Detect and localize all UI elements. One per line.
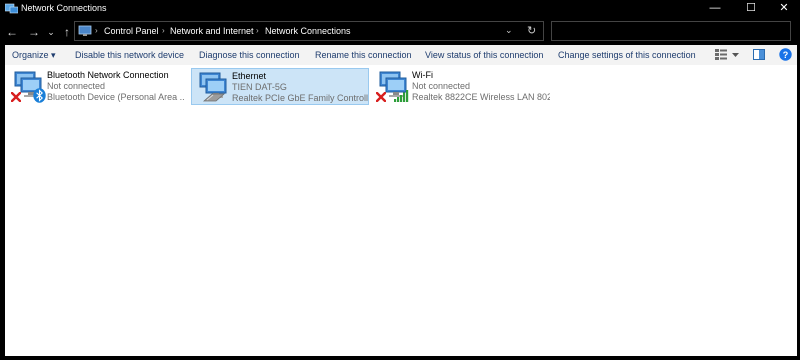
connection-device: Bluetooth Device (Personal Area ... [47, 92, 185, 102]
address-dropdown-icon[interactable]: ⌄ [505, 25, 513, 36]
connection-status: Not connected [412, 81, 471, 91]
address-bar[interactable]: › Control Panel › Network and Internet ›… [74, 21, 544, 41]
connection-item-bluetooth[interactable]: Bluetooth Network Connection Not connect… [7, 68, 189, 105]
network-connections-window: Network Connections — ☐ ✕ ← → ⌄ ↑ › Cont… [0, 0, 800, 360]
recent-locations-button[interactable]: ⌄ [45, 24, 57, 40]
help-icon[interactable]: ? [779, 48, 792, 61]
connection-item-ethernet[interactable]: Ethernet TIEN DAT-5G Realtek PCIe GbE Fa… [191, 68, 369, 105]
window-title: Network Connections [21, 3, 107, 13]
connection-name: Ethernet [232, 71, 267, 81]
breadcrumb-network-connections[interactable]: Network Connections [265, 26, 351, 36]
breadcrumb-separator[interactable]: › [162, 26, 165, 35]
forward-button[interactable]: → [26, 24, 42, 40]
wifi-signal-icon [394, 90, 409, 102]
change-settings-button[interactable]: Change settings of this connection [558, 50, 696, 60]
search-input[interactable] [551, 21, 791, 41]
maximize-button[interactable]: ☐ [733, 0, 769, 19]
back-button[interactable]: ← [4, 24, 20, 40]
ethernet-cable-icon [202, 93, 226, 102]
connection-item-wifi[interactable]: Wi-Fi Not connected Realtek 8822CE Wirel… [372, 68, 554, 105]
control-panel-icon [78, 25, 92, 36]
organize-menu[interactable]: Organize ▾ [12, 50, 56, 61]
close-button[interactable]: ✕ [766, 0, 800, 19]
svg-text:?: ? [783, 50, 789, 60]
breadcrumb-network-and-internet[interactable]: Network and Internet [170, 26, 254, 36]
connection-status: TIEN DAT-5G [232, 82, 287, 92]
connection-status: Not connected [47, 81, 106, 91]
breadcrumb-control-panel[interactable]: Control Panel [104, 26, 159, 36]
breadcrumb-separator: › [95, 26, 98, 35]
breadcrumb-separator[interactable]: › [256, 26, 259, 35]
bluetooth-icon [33, 88, 46, 103]
command-bar: Organize ▾ Disable this network device D… [5, 45, 797, 66]
preview-pane-icon[interactable] [753, 49, 765, 60]
disable-device-button[interactable]: Disable this network device [75, 50, 184, 60]
connection-name: Bluetooth Network Connection [47, 70, 169, 80]
address-row: ← → ⌄ ↑ › Control Panel › Network and In… [0, 19, 800, 45]
rename-connection-button[interactable]: Rename this connection [315, 50, 412, 60]
refresh-icon[interactable]: ↻ [527, 24, 536, 37]
network-connections-app-icon [5, 3, 18, 14]
connection-device: Realtek PCIe GbE Family Controller [232, 93, 368, 103]
connection-name: Wi-Fi [412, 70, 433, 80]
up-button[interactable]: ↑ [60, 24, 74, 40]
connection-device: Realtek 8822CE Wireless LAN 802.... [412, 92, 550, 102]
minimize-button[interactable]: — [697, 0, 733, 19]
view-options-dropdown-icon[interactable] [732, 53, 739, 58]
view-status-button[interactable]: View status of this connection [425, 50, 543, 60]
disconnected-x-icon [11, 92, 21, 102]
disconnected-x-icon [376, 92, 386, 102]
connections-list: Bluetooth Network Connection Not connect… [5, 65, 797, 356]
diagnose-connection-button[interactable]: Diagnose this connection [199, 50, 300, 60]
change-view-icon[interactable] [715, 49, 727, 60]
title-bar: Network Connections — ☐ ✕ [0, 0, 800, 19]
